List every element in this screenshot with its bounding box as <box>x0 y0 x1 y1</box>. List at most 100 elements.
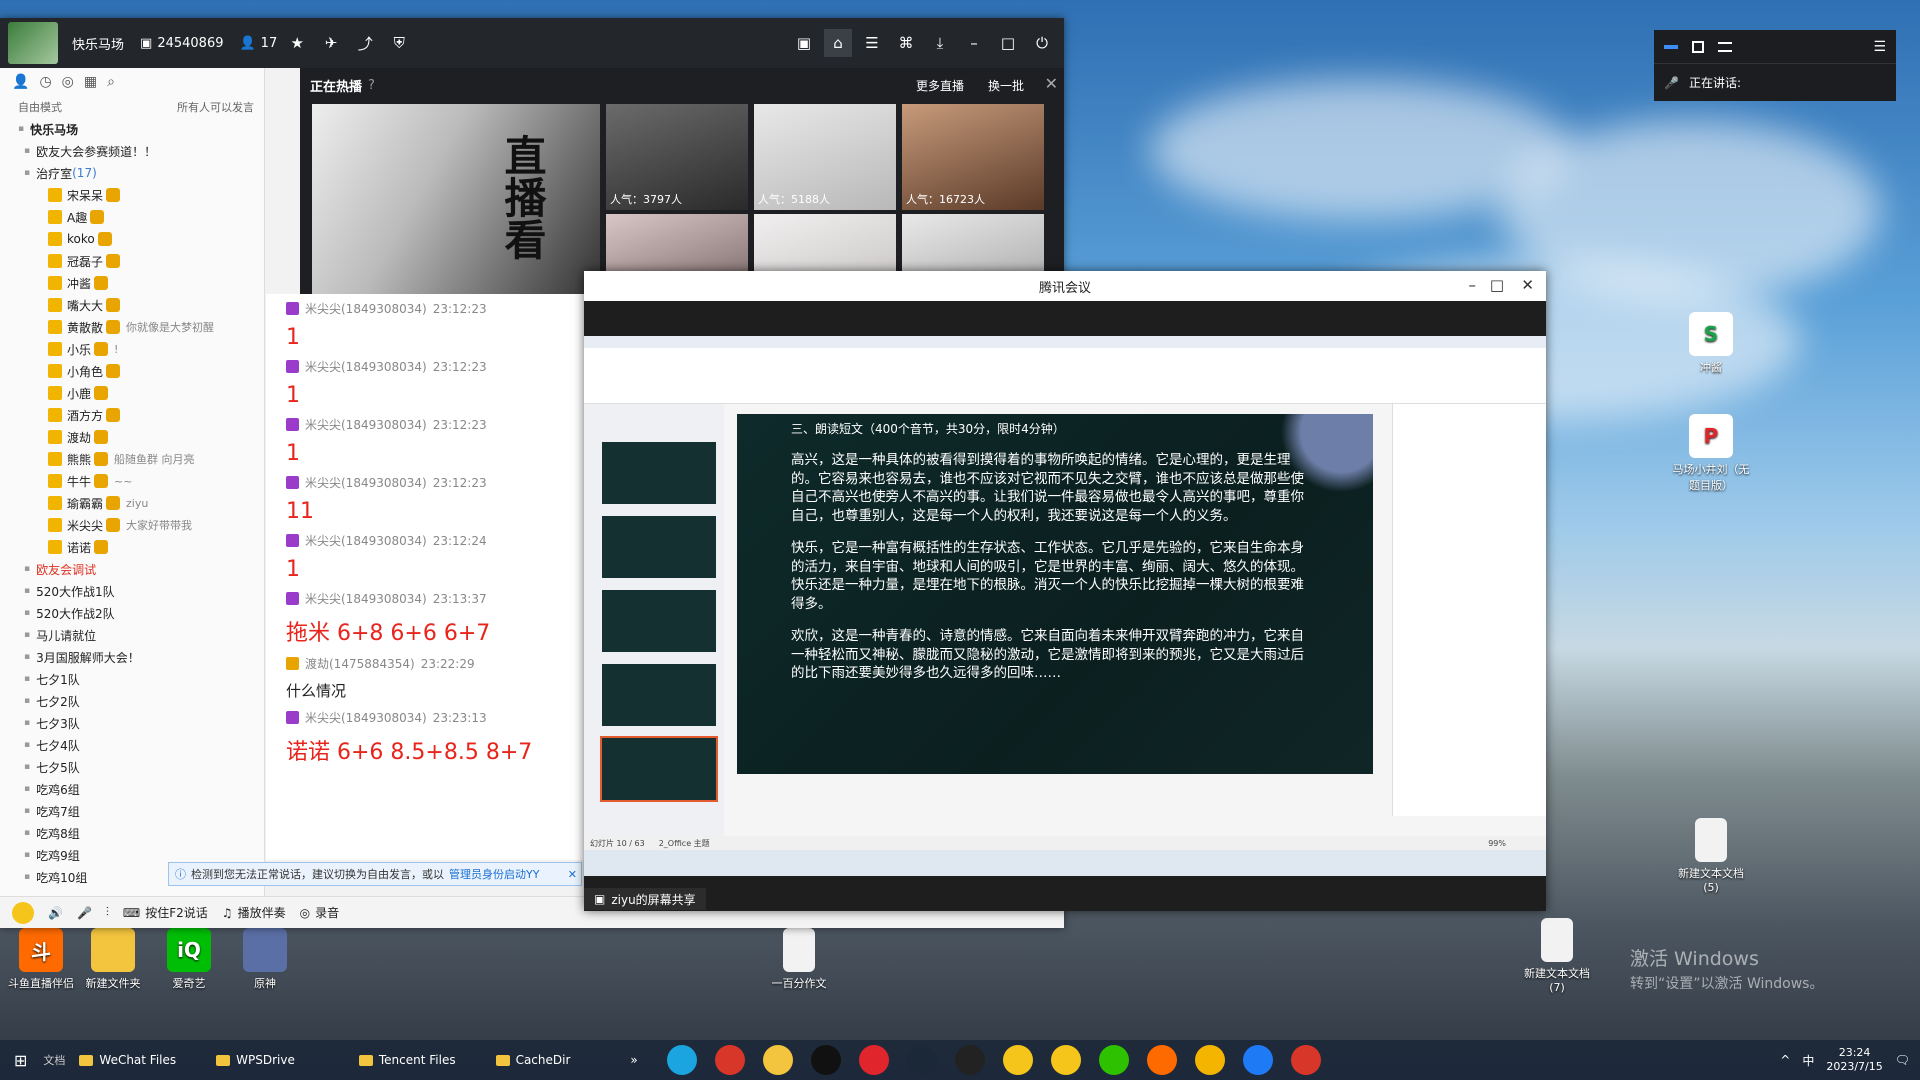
channel-row[interactable]: ▪ 七夕1队 <box>18 668 264 690</box>
list-icon[interactable]: ☰ <box>858 29 886 57</box>
user-icon[interactable]: 👤 <box>12 74 29 90</box>
speaker-icon[interactable]: 🔊 <box>48 906 63 920</box>
download-icon[interactable]: ⤓ <box>926 29 954 57</box>
meeting-titlebar[interactable]: 腾讯会议 – □ ✕ <box>584 271 1546 301</box>
douyu-icon[interactable] <box>1146 1045 1177 1075</box>
live-thumb[interactable]: 人气：3797人 <box>606 104 748 210</box>
desktop-icon-iqiyi[interactable]: iQ 爱奇艺 <box>148 928 230 991</box>
maximize-icon[interactable]: □ <box>994 29 1022 57</box>
play-music-button[interactable]: ♫ 播放伴奏 <box>222 904 286 921</box>
member-row[interactable]: 诺诺 <box>18 536 264 558</box>
member-row[interactable]: 冲酱 <box>18 272 264 294</box>
help-icon[interactable]: ? <box>368 78 375 93</box>
channel-row[interactable]: ▪ 马儿请就位 <box>18 624 264 646</box>
taskbar-folder-cachedir[interactable]: CacheDir <box>495 1053 570 1067</box>
list-icon[interactable] <box>1718 41 1732 52</box>
power-icon[interactable]: ⏻ <box>1028 29 1056 57</box>
chat-username[interactable]: 米尖尖(1849308034) <box>305 416 427 433</box>
member-row[interactable]: 瑜霸霸 ziyu <box>18 492 264 514</box>
member-row[interactable]: 冠磊子 <box>18 250 264 272</box>
channel-row[interactable]: ▪ 治疗室 (17) <box>18 162 264 184</box>
channel-row[interactable]: ▪ 七夕2队 <box>18 690 264 712</box>
channel-row[interactable]: ▪ 七夕4队 <box>18 734 264 756</box>
member-row[interactable]: 牛牛 ~~ <box>18 470 264 492</box>
share-icon[interactable]: ⤴ <box>351 29 379 57</box>
channel-row[interactable]: ▪ 欧友会调试 <box>18 558 264 580</box>
steam-icon[interactable] <box>906 1045 937 1075</box>
desktop-icon-text5[interactable]: 新建文本文档 (5) <box>1670 818 1752 894</box>
edge-icon[interactable] <box>666 1045 697 1075</box>
chat-username[interactable]: 渡劫(1475884354) <box>305 655 415 672</box>
channel-avatar[interactable] <box>8 22 58 64</box>
record-button[interactable]: ◎ 录音 <box>300 904 340 921</box>
member-row[interactable]: 酒方方 <box>18 404 264 426</box>
member-row[interactable]: A趣 <box>18 206 264 228</box>
home-icon[interactable]: ⌂ <box>824 29 852 57</box>
desktop-icon-pdf[interactable]: P 马场小井刘（无题目版） <box>1670 414 1752 493</box>
menu-icon[interactable]: ☰ <box>1873 39 1886 55</box>
mic-icon[interactable]: 🎤 <box>77 906 92 920</box>
maximize-icon[interactable]: □ <box>1490 276 1504 294</box>
f2-talk-button[interactable]: ⌨ 按住F2说话 <box>123 904 208 921</box>
channel-row[interactable]: ▪ 520大作战2队 <box>18 602 264 624</box>
chrome-icon[interactable] <box>1194 1045 1225 1075</box>
channel-row[interactable]: ▪ 七夕5队 <box>18 756 264 778</box>
obs-icon[interactable] <box>954 1045 985 1075</box>
member-row[interactable]: 米尖尖 大家好带带我 <box>18 514 264 536</box>
minimize-icon[interactable] <box>1664 44 1678 49</box>
live-thumb[interactable]: 人气：5188人 <box>754 104 896 210</box>
desktop-icon-essay[interactable]: 一百分作文 <box>758 928 840 991</box>
chat-username[interactable]: 米尖尖(1849308034) <box>305 709 427 726</box>
location-icon[interactable]: ◎ <box>62 74 74 90</box>
chat-username[interactable]: 米尖尖(1849308034) <box>305 300 427 317</box>
search-icon[interactable]: ⌕ <box>107 74 115 90</box>
mixer-icon[interactable]: ⫶ <box>106 905 109 920</box>
admin-launch-link[interactable]: 管理员身份启动YY <box>449 866 539 882</box>
chat-username[interactable]: 米尖尖(1849308034) <box>305 532 427 549</box>
tencent-meeting-icon[interactable] <box>1242 1045 1273 1075</box>
taskbar-search-label[interactable]: 文档 <box>43 1052 65 1068</box>
screen-icon[interactable]: ▣ <box>790 29 818 57</box>
taskbar-folder-wechat[interactable]: WeChat Files <box>79 1053 176 1067</box>
star-icon[interactable]: ★ <box>283 29 311 57</box>
slide-thumb[interactable] <box>600 736 718 802</box>
channel-row[interactable]: ▪ 3月国服解师大会！ <box>18 646 264 668</box>
mini-voice-window[interactable]: ☰ 🎤 正在讲话: <box>1654 30 1896 101</box>
shield-icon[interactable]: ⛨ <box>385 29 413 57</box>
wps-office-icon[interactable] <box>1290 1045 1321 1075</box>
desktop-icon-genshin[interactable]: 原神 <box>224 928 306 991</box>
yy-logo-icon[interactable] <box>12 901 34 924</box>
member-row[interactable]: 小乐! <box>18 338 264 360</box>
explorer-icon[interactable] <box>762 1045 793 1075</box>
wechat-icon[interactable] <box>1098 1045 1129 1075</box>
close-icon[interactable]: ✕ <box>1045 74 1058 93</box>
chat-username[interactable]: 米尖尖(1849308034) <box>305 358 427 375</box>
channel-row[interactable]: ▪ 快乐马场 <box>18 118 264 140</box>
chat-username[interactable]: 米尖尖(1849308034) <box>305 474 427 491</box>
member-row[interactable]: 熊熊 船随鱼群 向月亮 <box>18 448 264 470</box>
wps-icon[interactable] <box>714 1045 745 1075</box>
member-row[interactable]: 宋呆呆 <box>18 184 264 206</box>
live-thumb[interactable]: 人气：16723人 <box>902 104 1044 210</box>
start-icon[interactable]: ⊞ <box>14 1051 27 1070</box>
slide-thumb[interactable] <box>602 516 716 578</box>
taskbar-more-button[interactable]: » <box>630 1053 637 1067</box>
ime-indicator[interactable]: 中 <box>1802 1052 1814 1069</box>
yy-titlebar[interactable]: 快乐马场 ▣ 24540869 👤 17 ★ ✈ ⤴ ⛨ ▣ ⌂ ☰ ⌘ ⤓ – □… <box>0 18 1064 68</box>
speak-mode[interactable]: 自由模式 <box>18 99 62 115</box>
more-live-link[interactable]: 更多直播 <box>916 77 964 94</box>
plane-icon[interactable]: ✈ <box>317 29 345 57</box>
channel-row[interactable]: ▪ 吃鸡8组 <box>18 822 264 844</box>
close-icon[interactable]: ✕ <box>1521 276 1534 294</box>
member-row[interactable]: 嘴大大 <box>18 294 264 316</box>
clock[interactable]: 23:24 2023/7/15 <box>1826 1046 1882 1074</box>
channel-row[interactable]: ▪ 七夕3队 <box>18 712 264 734</box>
member-row[interactable]: 小鹿 <box>18 382 264 404</box>
close-icon[interactable]: ✕ <box>568 868 577 881</box>
netease-music-icon[interactable] <box>858 1045 889 1075</box>
channel-row[interactable]: ▪ 吃鸡7组 <box>18 800 264 822</box>
minimize-icon[interactable]: – <box>960 29 988 57</box>
desktop-icon-chongjiang[interactable]: S 冲酱 <box>1670 312 1752 375</box>
member-row[interactable]: 黄散散 你就像是大梦初醒 <box>18 316 264 338</box>
yy-icon[interactable] <box>1002 1045 1033 1075</box>
